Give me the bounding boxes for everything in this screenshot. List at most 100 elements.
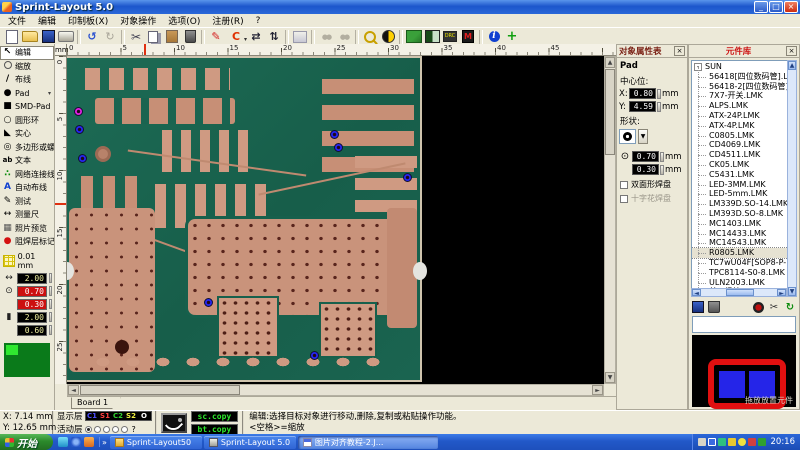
- active-layer-radio-s1[interactable]: [94, 426, 101, 433]
- save-library-icon[interactable]: [692, 301, 704, 313]
- library-item[interactable]: MC14543.LMK: [692, 238, 796, 248]
- bt-copy-button[interactable]: bt.copy: [191, 424, 239, 435]
- tool-trace[interactable]: 布线: [0, 73, 54, 87]
- canvas-horizontal-scrollbar[interactable]: ◄ ►: [67, 384, 604, 396]
- menu-item-3[interactable]: 对象操作: [114, 14, 162, 27]
- update-icon[interactable]: [718, 438, 726, 446]
- rotate-icon[interactable]: [207, 29, 225, 45]
- placed-pad-blue[interactable]: [75, 125, 84, 134]
- library-item[interactable]: C5431.LMK: [692, 170, 796, 180]
- title-bar[interactable]: Sprint-Layout 5.0 _ □ ×: [0, 0, 800, 14]
- library-item[interactable]: LM339D.SO-14.LMK: [692, 199, 796, 209]
- media-player-icon[interactable]: [84, 437, 94, 447]
- pad-drill-row[interactable]: 0.30: [0, 298, 54, 311]
- group-icon[interactable]: [317, 29, 335, 45]
- modem-icon[interactable]: [698, 438, 706, 446]
- delete-component-icon[interactable]: [708, 301, 720, 313]
- cut-icon[interactable]: [127, 29, 145, 45]
- trace-mode-button[interactable]: [161, 413, 187, 433]
- messenger-icon[interactable]: [58, 437, 68, 447]
- through-pad-option[interactable]: 双面形焊盘: [617, 176, 687, 190]
- messenger-icon[interactable]: [738, 438, 746, 446]
- placed-pad-blue[interactable]: [78, 154, 87, 163]
- tool-ring[interactable]: 圆形环: [0, 114, 54, 128]
- track-width-row[interactable]: ↔ 2.00: [0, 272, 54, 285]
- library-scroll-right-icon[interactable]: ►: [777, 289, 786, 296]
- shape-dropdown-icon[interactable]: ▼: [638, 129, 648, 144]
- close-properties-icon[interactable]: ×: [674, 46, 685, 56]
- layer-chip-c1[interactable]: C1: [86, 412, 99, 420]
- task-button-1[interactable]: Sprint-Layout 5.0: [204, 436, 296, 449]
- pad-drill-size-spinner[interactable]: [660, 165, 664, 175]
- placed-pad-blue[interactable]: [403, 173, 412, 182]
- grid-selector[interactable]: 0.01 mm: [0, 249, 54, 272]
- x-position-field[interactable]: 0.80: [629, 88, 656, 99]
- flip-board-icon[interactable]: [291, 29, 309, 45]
- internet-explorer-icon[interactable]: [71, 437, 81, 447]
- save-icon[interactable]: [39, 29, 57, 45]
- track-width-value[interactable]: 2.00: [17, 273, 47, 284]
- library-item[interactable]: MC14433.LMK: [692, 229, 796, 239]
- rotate-component-icon[interactable]: [784, 301, 796, 313]
- library-scroll-up-icon[interactable]: ▲: [788, 61, 796, 70]
- sc-copy-button[interactable]: sc.copy: [191, 411, 239, 422]
- pad-drill-value[interactable]: 0.30: [17, 299, 47, 310]
- pad-outer-spinner[interactable]: [49, 286, 52, 296]
- print-icon[interactable]: [57, 29, 75, 45]
- redo-icon[interactable]: [101, 29, 119, 45]
- active-layer-radio-o[interactable]: [121, 426, 128, 433]
- task-button-0[interactable]: Sprint-Layout50: [110, 436, 202, 449]
- pad-outer-row[interactable]: ⊙ 0.70: [0, 285, 54, 298]
- pad-drill-field[interactable]: 0.30: [632, 164, 659, 175]
- library-item[interactable]: CD4069.LMK: [692, 140, 796, 150]
- layer-chip-c2[interactable]: C2: [112, 412, 125, 420]
- record-macro-icon[interactable]: [753, 302, 764, 313]
- wifi-icon[interactable]: [758, 438, 766, 446]
- mirror-horizontal-icon[interactable]: [247, 29, 265, 45]
- layer-chip-s2[interactable]: S2: [125, 412, 138, 420]
- network-error-icon[interactable]: [748, 438, 756, 446]
- tool-measure[interactable]: 测量尺: [0, 208, 54, 222]
- close-library-icon[interactable]: ×: [786, 46, 797, 56]
- tool-text[interactable]: 文本: [0, 154, 54, 168]
- library-item[interactable]: TC7wU04F[SOP8-P-1.27].LI: [692, 258, 796, 268]
- paste-icon[interactable]: [163, 29, 181, 45]
- x-spinner[interactable]: [657, 89, 661, 99]
- restore-button[interactable]: □: [769, 1, 783, 13]
- task-button-2[interactable]: 图片对齐教程-2.J...: [298, 436, 438, 449]
- library-item[interactable]: 56418-2[四位数码管].LMK: [692, 82, 796, 92]
- tool-photo-preview[interactable]: 照片预览: [0, 222, 54, 236]
- canvas-vertical-scrollbar[interactable]: ▲ ▼: [604, 56, 616, 384]
- library-item[interactable]: LED-5mm.LMK: [692, 189, 796, 199]
- snap-icon[interactable]: [503, 29, 521, 45]
- library-item[interactable]: ATX-24P.LMK: [692, 111, 796, 121]
- volume-icon[interactable]: [728, 438, 736, 446]
- menu-item-6[interactable]: ?: [250, 16, 267, 26]
- library-item[interactable]: ATX-4P.LMK: [692, 121, 796, 131]
- library-item[interactable]: MC1403.LMK: [692, 219, 796, 229]
- library-item[interactable]: LM393D.SO-8.LMK: [692, 209, 796, 219]
- pad-shape-button[interactable]: [619, 129, 636, 144]
- menu-item-5[interactable]: 注册(R): [206, 14, 249, 27]
- library-hscroll-thumb[interactable]: [726, 289, 754, 296]
- library-item[interactable]: CD4511.LMK: [692, 150, 796, 160]
- menu-item-2[interactable]: 印制板(X): [62, 14, 114, 27]
- pad-dropdown-icon[interactable]: ▾: [48, 90, 51, 97]
- tool-solid[interactable]: 实心: [0, 127, 54, 141]
- ungroup-icon[interactable]: [335, 29, 353, 45]
- y-position-field[interactable]: 4.59: [629, 101, 656, 112]
- tool-edit[interactable]: 编辑: [0, 46, 54, 60]
- cut-component-icon[interactable]: [768, 301, 780, 313]
- info-icon[interactable]: [485, 29, 503, 45]
- contrast-icon[interactable]: [379, 29, 397, 45]
- board-canvas[interactable]: [67, 56, 604, 384]
- active-layer-radio-c1[interactable]: [85, 426, 92, 433]
- placed-pad-blue[interactable]: [204, 298, 213, 307]
- tool-soldermask[interactable]: 阻焊层标记: [0, 235, 54, 249]
- library-vertical-scrollbar[interactable]: ▲ ▼: [787, 60, 797, 297]
- placed-pad-blue[interactable]: [330, 130, 339, 139]
- menu-item-0[interactable]: 文件: [2, 14, 32, 27]
- delete-icon[interactable]: [181, 29, 199, 45]
- layer-chip-o[interactable]: O: [138, 412, 151, 420]
- smd-height-spinner[interactable]: [49, 325, 52, 335]
